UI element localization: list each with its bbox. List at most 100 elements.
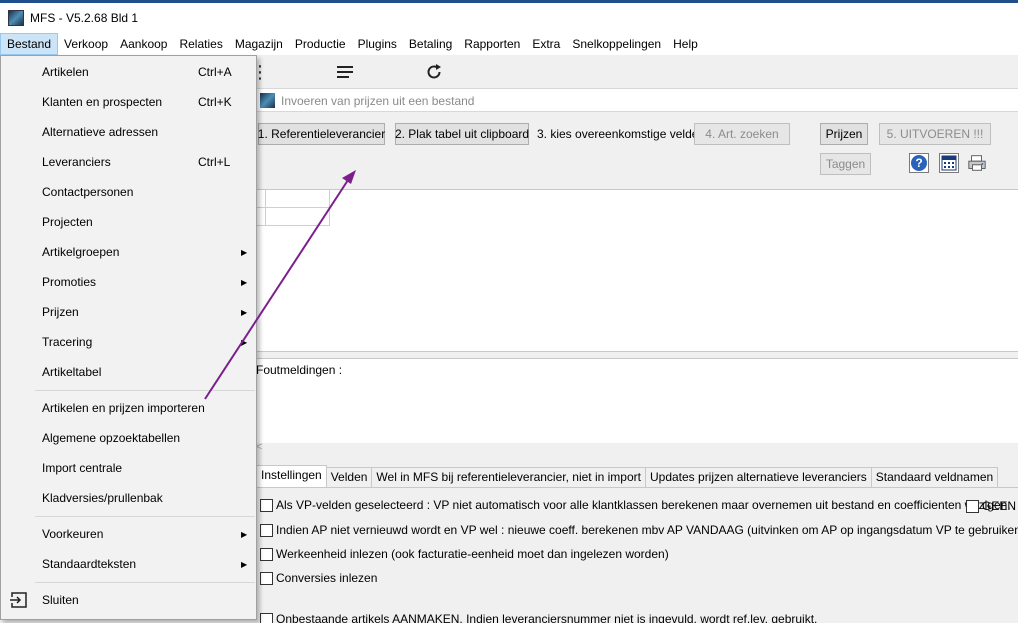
tab-updates-prijzen[interactable]: Updates prijzen alternatieve leverancier… [644, 467, 872, 487]
submenu-arrow-icon: ▶ [241, 337, 248, 347]
checkbox-label: Als VP-velden geselecteerd : VP niet aut… [276, 498, 1011, 512]
menu-item-artikeltabel[interactable]: Artikeltabel [1, 358, 256, 386]
exit-icon [10, 592, 27, 608]
grid-cell[interactable] [266, 208, 330, 226]
menu-item-klanten[interactable]: Klanten en prospecten Ctrl+K [1, 88, 256, 116]
tab-standaard-veldnamen[interactable]: Standaard veldnamen [870, 467, 999, 487]
menu-item-label: Leveranciers [42, 155, 111, 169]
menu-item-label: Artikelen en prijzen importeren [42, 401, 205, 415]
vp-velden-checkbox[interactable]: Als VP-velden geselecteerd : VP niet aut… [260, 498, 1011, 512]
menu-betaling[interactable]: Betaling [403, 33, 458, 55]
menu-item-import-centrale[interactable]: Import centrale [1, 454, 256, 482]
menu-item-voorkeuren[interactable]: Voorkeuren ▶ [1, 520, 256, 548]
menu-extra[interactable]: Extra [526, 33, 566, 55]
menu-magazijn[interactable]: Magazijn [229, 33, 289, 55]
menu-item-sluiten[interactable]: Sluiten [1, 586, 256, 614]
checkbox-label: Indien AP niet vernieuwd wordt en VP wel… [276, 523, 1018, 537]
geen-checkbox[interactable]: GEEN a [966, 499, 1018, 513]
checkbox-label: GEEN a [982, 499, 1018, 513]
calculator-icon[interactable] [939, 153, 959, 173]
tab-wel-in-mfs[interactable]: Wel in MFS bij referentieleverancier, ni… [371, 467, 646, 487]
form-title: Invoeren van prijzen uit een bestand [281, 94, 475, 108]
window-title: MFS - V5.2.68 Bld 1 [30, 11, 139, 25]
tab-velden[interactable]: Velden [325, 467, 373, 487]
menu-snelkoppelingen[interactable]: Snelkoppelingen [566, 33, 667, 55]
menu-item-standaardteksten[interactable]: Standaardteksten ▶ [1, 550, 256, 578]
refresh-icon[interactable] [424, 62, 444, 82]
menu-item-label: Artikelgroepen [42, 245, 120, 259]
menu-item-promoties[interactable]: Promoties ▶ [1, 268, 256, 296]
menu-item-artikelen-prijzen-importeren[interactable]: Artikelen en prijzen importeren [1, 394, 256, 422]
checkbox-box[interactable] [260, 612, 273, 623]
menu-help[interactable]: Help [667, 33, 704, 55]
checkbox-box[interactable] [260, 547, 273, 561]
menu-rapporten[interactable]: Rapporten [458, 33, 526, 55]
menu-item-kladversies[interactable]: Kladversies/prullenbak [1, 484, 256, 512]
plak-tabel-button[interactable]: 2. Plak tabel uit clipboard [395, 123, 529, 145]
menu-item-tracering[interactable]: Tracering ▶ [1, 328, 256, 356]
menu-bestand[interactable]: Bestand [0, 33, 59, 55]
werkeenheid-checkbox[interactable]: Werkeenheid inlezen (ook facturatie-eenh… [260, 547, 669, 561]
checkbox-box[interactable] [966, 499, 979, 513]
menu-relaties[interactable]: Relaties [173, 33, 228, 55]
menu-item-alternatieve-adressen[interactable]: Alternatieve adressen [1, 118, 256, 146]
taggen-button[interactable]: Taggen [820, 153, 871, 175]
submenu-arrow-icon: ▶ [241, 247, 248, 257]
menu-item-label: Kladversies/prullenbak [42, 491, 163, 505]
menu-verkoop[interactable]: Verkoop [58, 33, 114, 55]
tab-instellingen[interactable]: Instellingen [256, 465, 327, 487]
conversies-checkbox[interactable]: Conversies inlezen [260, 571, 377, 585]
checkbox-label: Conversies inlezen [276, 571, 378, 585]
menu-item-artikelen[interactable]: Artikelen Ctrl+A [1, 58, 256, 86]
menu-item-label: Import centrale [42, 461, 123, 475]
uitvoeren-button[interactable]: 5. UITVOEREN !!! [879, 123, 991, 145]
submenu-arrow-icon: ▶ [241, 277, 248, 287]
menu-item-artikelgroepen[interactable]: Artikelgroepen ▶ [1, 238, 256, 266]
checkbox-label: Onbestaande artikels AANMAKEN. Indien le… [276, 612, 818, 623]
tab-strip: Instellingen Velden Wel in MFS bij refer… [256, 465, 999, 487]
art-zoeken-button[interactable]: 4. Art. zoeken [694, 123, 790, 145]
help-icon[interactable]: ? [909, 153, 929, 173]
referentieleverancier-button[interactable]: 1. Referentieleverancier [258, 123, 385, 145]
menu-item-label: Artikelen [42, 65, 89, 79]
menu-plugins[interactable]: Plugins [352, 33, 403, 55]
bestand-dropdown-menu: Artikelen Ctrl+A Klanten en prospecten C… [0, 55, 257, 620]
menu-item-label: Algemene opzoektabellen [42, 431, 181, 445]
menu-item-shortcut: Ctrl+L [198, 155, 231, 169]
menu-item-shortcut: Ctrl+K [198, 95, 232, 109]
title-bar: MFS - V5.2.68 Bld 1 [0, 3, 1018, 33]
kies-velden-label: 3. kies overeenkomstige velden [537, 127, 706, 141]
grid-cell[interactable] [266, 190, 330, 208]
prijzen-button[interactable]: Prijzen [820, 123, 868, 145]
menu-item-prijzen[interactable]: Prijzen ▶ [1, 298, 256, 326]
menu-item-label: Klanten en prospecten [42, 95, 163, 109]
printer-icon[interactable] [967, 153, 987, 173]
grid-cell[interactable] [256, 190, 266, 208]
hamburger-menu-icon[interactable] [335, 62, 355, 82]
checkbox-box[interactable] [260, 498, 273, 512]
onbestaande-artikels-checkbox[interactable]: Onbestaande artikels AANMAKEN. Indien le… [260, 612, 817, 623]
errors-label: Foutmeldingen : [256, 363, 343, 377]
submenu-arrow-icon: ▶ [241, 307, 248, 317]
menu-item-leveranciers[interactable]: Leveranciers Ctrl+L [1, 148, 256, 176]
menu-separator [35, 516, 255, 517]
checkbox-label: Werkeenheid inlezen (ook facturatie-eenh… [276, 547, 669, 561]
menu-aankoop[interactable]: Aankoop [114, 33, 173, 55]
menu-separator [35, 582, 255, 583]
ap-coeff-checkbox[interactable]: Indien AP niet vernieuwd wordt en VP wel… [260, 523, 1018, 537]
checkbox-box[interactable] [260, 523, 273, 537]
menu-item-label: Artikeltabel [42, 365, 102, 379]
menu-item-projecten[interactable]: Projecten [1, 208, 256, 236]
form-logo-icon [260, 93, 275, 108]
menu-item-algemene-opzoektabellen[interactable]: Algemene opzoektabellen [1, 424, 256, 452]
grid-cell[interactable] [256, 208, 266, 226]
menu-item-label: Standaardteksten [42, 557, 137, 571]
checkbox-box[interactable] [260, 571, 273, 585]
menu-productie[interactable]: Productie [289, 33, 352, 55]
menu-item-contactpersonen[interactable]: Contactpersonen [1, 178, 256, 206]
menu-item-label: Sluiten [42, 593, 79, 607]
menu-item-shortcut: Ctrl+A [198, 65, 232, 79]
menu-item-label: Alternatieve adressen [42, 125, 159, 139]
menu-bar: Bestand Verkoop Aankoop Relaties Magazij… [0, 33, 1018, 55]
submenu-arrow-icon: ▶ [241, 559, 248, 569]
